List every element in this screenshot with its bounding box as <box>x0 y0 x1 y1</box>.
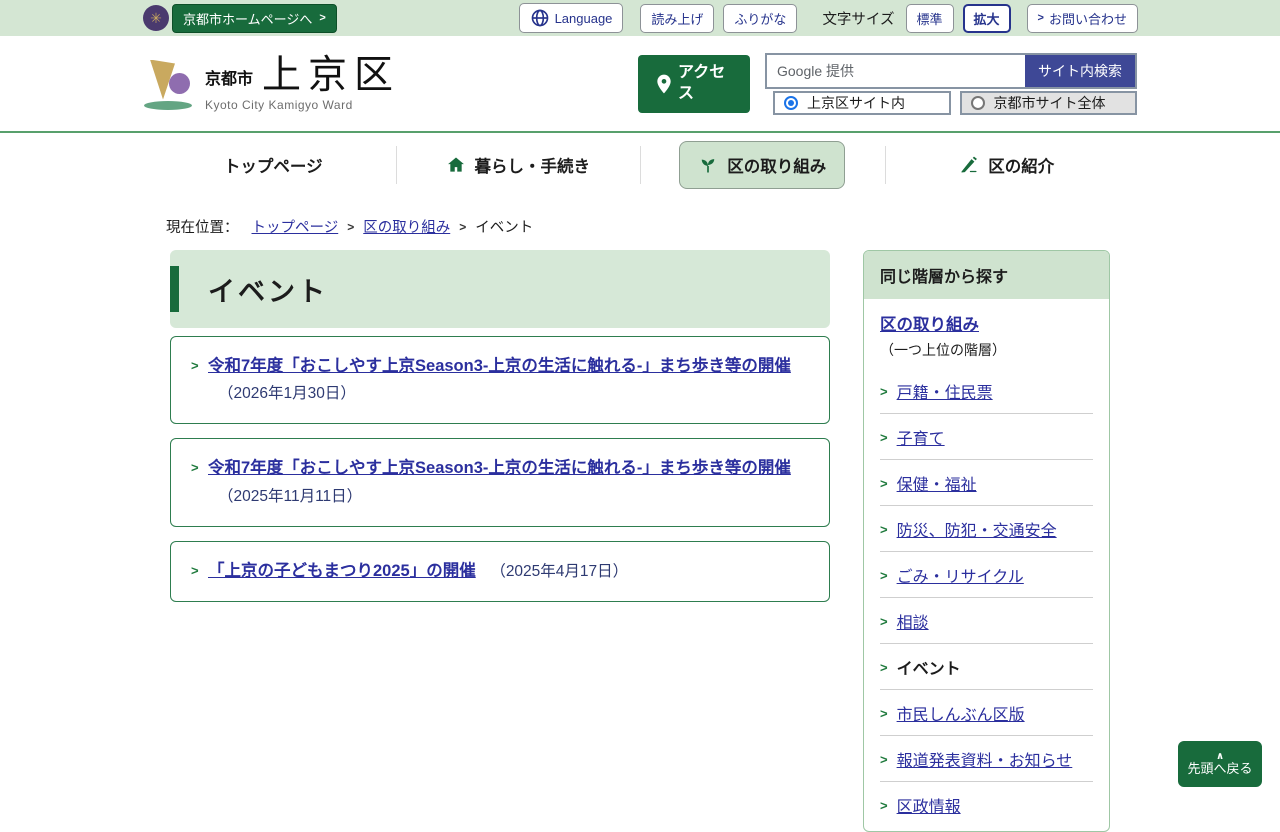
font-size-large-button[interactable]: 拡大 <box>963 4 1011 33</box>
site-logo[interactable]: 京都市 上京区 Kyoto City Kamigyo Ward <box>143 56 400 112</box>
nav-item-ward-introduction[interactable]: 区の紹介 <box>885 133 1130 197</box>
breadcrumb-current: イベント <box>475 216 533 237</box>
chevron-right-icon: > <box>880 706 888 721</box>
chevron-right-icon: > <box>880 430 888 445</box>
sidebar-item-family-register[interactable]: > 戸籍・住民票 <box>880 368 1093 414</box>
page-title-box: イベント <box>170 250 830 328</box>
chevron-right-icon: > <box>191 560 199 581</box>
global-nav: トップページ 暮らし・手続き 区の取り組み 区の紹介 <box>0 133 1280 197</box>
breadcrumb-link-top[interactable]: トップページ <box>252 216 339 237</box>
logo-ward-text: 上京区 <box>262 56 400 95</box>
back-to-top-button[interactable]: ∧ 先頭へ戻る <box>1178 741 1262 787</box>
chevron-right-icon: > <box>880 522 888 537</box>
chevron-right-icon: > <box>347 220 354 234</box>
sidebar-parent-note: （一つ上位の階層） <box>880 340 1093 360</box>
sidebar-item-press-releases[interactable]: > 報道発表資料・お知らせ <box>880 736 1093 782</box>
chevron-right-icon: > <box>459 220 466 234</box>
kyoto-city-home-link[interactable]: 京都市ホームページへ > <box>172 4 337 33</box>
event-list-item: > 「上京の子どもまつり2025」の開催 （2025年4月17日） <box>170 541 830 602</box>
chevron-right-icon: > <box>319 12 325 24</box>
main-area: イベント > 令和7年度「おこしやす上京Season3-上京の生活に触れる-」ま… <box>0 247 1280 832</box>
ward-logo-mark-icon <box>143 58 193 110</box>
event-list-item: > 令和7年度「おこしやす上京Season3-上京の生活に触れる-」まち歩き等の… <box>170 438 830 526</box>
chevron-right-icon: > <box>1038 12 1044 24</box>
access-button[interactable]: アクセス <box>638 55 750 113</box>
sidebar-item-events-current: > イベント <box>880 644 1093 690</box>
sidebar-same-level: 同じ階層から探す 区の取り組み （一つ上位の階層） > 戸籍・住民票 > 子育て… <box>863 250 1110 832</box>
kyoto-city-home-label: 京都市ホームページへ <box>183 9 312 28</box>
search-scope-city-option[interactable]: 京都市サイト全体 <box>960 91 1138 115</box>
chevron-right-icon: > <box>191 355 199 376</box>
logo-english-text: Kyoto City Kamigyo Ward <box>205 98 400 112</box>
kyoto-city-emblem-icon: ✳ <box>143 5 169 31</box>
chevron-right-icon: > <box>880 476 888 491</box>
content-column: イベント > 令和7年度「おこしやす上京Season3-上京の生活に触れる-」ま… <box>170 250 830 832</box>
chevron-right-icon: > <box>880 614 888 629</box>
event-link[interactable]: 令和7年度「おこしやす上京Season3-上京の生活に触れる-」まち歩き等の開催 <box>208 459 791 477</box>
event-list: > 令和7年度「おこしやす上京Season3-上京の生活に触れる-」まち歩き等の… <box>170 336 830 602</box>
event-list-item: > 令和7年度「おこしやす上京Season3-上京の生活に触れる-」まち歩き等の… <box>170 336 830 424</box>
sprout-icon <box>698 155 718 175</box>
breadcrumb-link-initiatives[interactable]: 区の取り組み <box>363 216 450 237</box>
sidebar-item-ward-administration[interactable]: > 区政情報 <box>880 782 1093 827</box>
language-button[interactable]: Language <box>519 3 624 33</box>
font-size-standard-button[interactable]: 標準 <box>906 4 954 33</box>
nav-item-living-procedures[interactable]: 暮らし・手続き <box>396 133 641 197</box>
logo-city-text: 京都市 <box>205 65 253 95</box>
search-scope-ward-option[interactable]: 上京区サイト内 <box>773 91 951 115</box>
home-icon <box>446 155 466 175</box>
sidebar-parent-link[interactable]: 区の取り組み <box>880 316 979 334</box>
radio-selected-icon[interactable] <box>784 96 798 110</box>
search-input[interactable] <box>767 55 1025 87</box>
site-search: サイト内検索 上京区サイト内 京都市サイト全体 <box>765 53 1137 115</box>
sidebar-parent-block: 区の取り組み （一つ上位の階層） <box>880 311 1093 360</box>
brush-icon <box>959 155 979 175</box>
sidebar-item-health-welfare[interactable]: > 保健・福祉 <box>880 460 1093 506</box>
chevron-right-icon: > <box>880 568 888 583</box>
page-title: イベント <box>208 270 328 309</box>
sidebar-item-consultation[interactable]: > 相談 <box>880 598 1093 644</box>
radio-unselected-icon[interactable] <box>971 96 985 110</box>
globe-icon <box>530 8 550 28</box>
top-bar-tools: Language 読み上げ ふりがな 文字サイズ 標準 拡大 > お問い合わせ <box>519 3 1138 33</box>
breadcrumb: 現在位置： トップページ > 区の取り組み > イベント <box>0 197 1280 247</box>
sidebar-item-disaster-safety[interactable]: > 防災、防犯・交通安全 <box>880 506 1093 552</box>
site-header: 京都市 上京区 Kyoto City Kamigyo Ward アクセス サイト… <box>0 36 1280 133</box>
event-link[interactable]: 令和7年度「おこしやす上京Season3-上京の生活に触れる-」まち歩き等の開催 <box>208 357 791 375</box>
nav-item-ward-initiatives[interactable]: 区の取り組み <box>640 133 885 197</box>
sidebar-item-citizen-newsletter[interactable]: > 市民しんぶん区版 <box>880 690 1093 736</box>
search-submit-button[interactable]: サイト内検索 <box>1025 55 1135 87</box>
chevron-right-icon: > <box>880 660 888 675</box>
font-size-label: 文字サイズ <box>822 8 894 29</box>
chevron-right-icon: > <box>880 752 888 767</box>
nav-current-pill: 区の取り組み <box>679 141 845 189</box>
event-date: （2026年1月30日） <box>218 385 356 402</box>
breadcrumb-label: 現在位置： <box>166 216 239 237</box>
event-link[interactable]: 「上京の子どもまつり2025」の開催 <box>208 562 476 580</box>
nav-item-top-page[interactable]: トップページ <box>151 133 396 197</box>
map-pin-icon <box>656 74 672 94</box>
sidebar-item-garbage-recycle[interactable]: > ごみ・リサイクル <box>880 552 1093 598</box>
read-aloud-button[interactable]: 読み上げ <box>640 4 714 33</box>
sidebar-header: 同じ階層から探す <box>864 251 1109 299</box>
contact-button[interactable]: > お問い合わせ <box>1027 4 1138 33</box>
chevron-right-icon: > <box>191 457 199 478</box>
chevron-right-icon: > <box>880 384 888 399</box>
furigana-button[interactable]: ふりがな <box>723 4 797 33</box>
sidebar-item-childcare[interactable]: > 子育て <box>880 414 1093 460</box>
top-utility-bar: ✳ 京都市ホームページへ > Language 読み上げ ふりがな 文字サイズ … <box>0 0 1280 36</box>
event-date: （2025年4月17日） <box>490 563 628 580</box>
event-date: （2025年11月11日） <box>218 488 362 505</box>
title-accent-bar <box>170 266 179 312</box>
